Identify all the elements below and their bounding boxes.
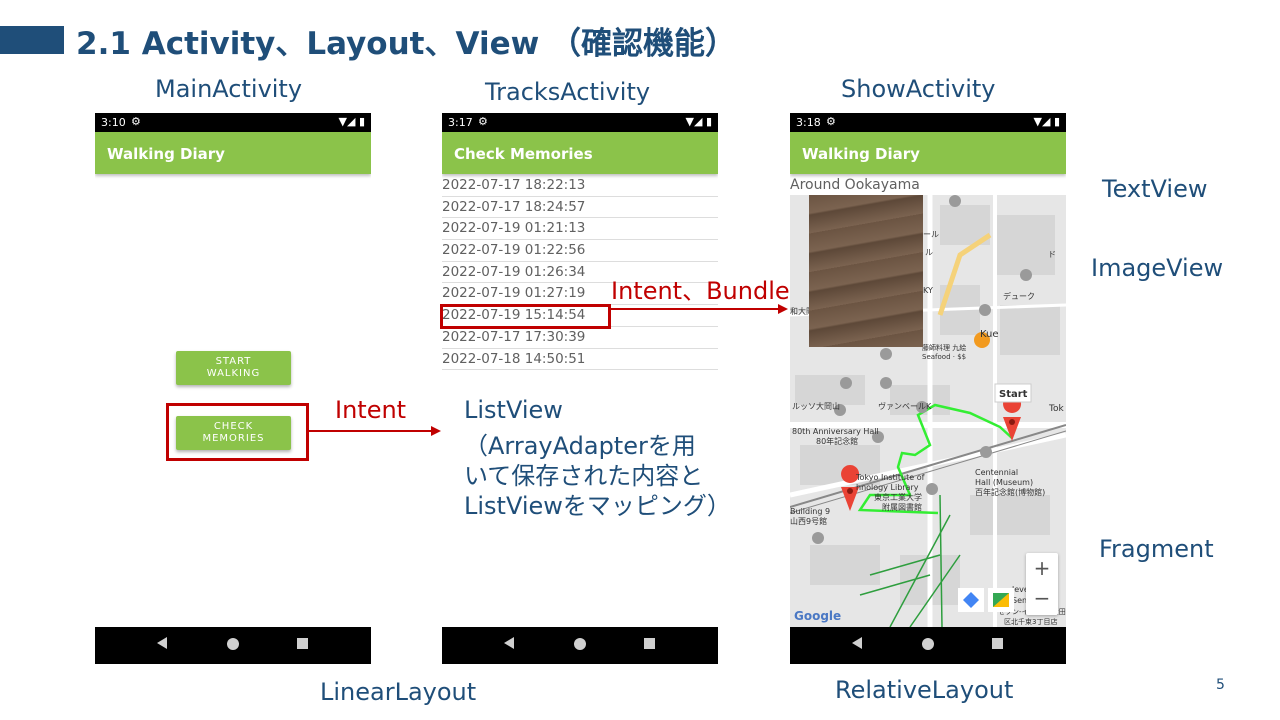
- label-textview: TextView: [1102, 175, 1208, 203]
- home-icon[interactable]: [922, 638, 934, 650]
- list-item[interactable]: 2022-07-17 18:22:13: [442, 175, 718, 197]
- map-label-tokyo2: hnology Library: [856, 483, 919, 492]
- map-label-tokyo3: 東京工業大学: [874, 492, 922, 502]
- status-bar: 3:18 ⚙ ▼◢ ▮: [790, 113, 1066, 132]
- location-caption: Around Ookayama: [790, 177, 920, 193]
- phone-show-activity: 3:18 ⚙ ▼◢ ▮ Walking Diary Around Ookayam…: [790, 113, 1066, 664]
- recent-apps-icon[interactable]: [297, 638, 308, 649]
- signal-battery-icon: ▼◢ ▮: [338, 115, 365, 128]
- map-zoom-controls: + −: [1026, 553, 1058, 615]
- status-bar: 3:10 ⚙ ▼◢ ▮: [95, 113, 371, 132]
- list-item[interactable]: 2022-07-18 14:50:51: [442, 349, 718, 371]
- highlight-box-check-memories: [166, 403, 309, 461]
- status-time: 3:10: [101, 116, 126, 129]
- app-bar: Walking Diary: [790, 132, 1066, 174]
- slide-title: 2.1 Activity、Layout、View （確認機能）: [76, 26, 737, 62]
- memory-photo-image: [809, 195, 923, 347]
- title-accent-bar: [0, 26, 64, 54]
- settings-gear-icon: ⚙: [131, 115, 141, 128]
- phone-main-activity: 3:10 ⚙ ▼◢ ▮ Walking Diary START WALKING …: [95, 113, 371, 664]
- label-relative-layout: RelativeLayout: [835, 676, 1014, 704]
- app-bar: Check Memories: [442, 132, 718, 174]
- page-number: 5: [1216, 677, 1225, 693]
- status-time: 3:17: [448, 116, 473, 129]
- map-label-vanbeel: ヴァンベールK: [878, 401, 932, 411]
- signal-battery-icon: ▼◢ ▮: [1033, 115, 1060, 128]
- label-imageview: ImageView: [1091, 254, 1224, 282]
- phone-tracks-activity: 3:17 ⚙ ▼◢ ▮ Check Memories 2022-07-17 18…: [442, 113, 718, 664]
- highlight-box-selected-item: [440, 304, 611, 329]
- map-label-ru2: ル: [925, 248, 933, 257]
- list-item[interactable]: 2022-07-19 01:22:56: [442, 240, 718, 262]
- back-icon[interactable]: [504, 637, 514, 649]
- map-label-kue: Kue: [980, 329, 999, 340]
- start-walking-line2: WALKING: [206, 368, 261, 379]
- map-label-deyuku: デューク: [1003, 291, 1035, 301]
- map-label-kue-sub: 藤師料理 九絵: [922, 343, 966, 352]
- map-label-do: ド: [1048, 250, 1056, 259]
- arrow-bundle-line: [611, 308, 778, 310]
- map-start-label: Start: [999, 389, 1028, 400]
- label-main-activity: MainActivity: [155, 75, 303, 103]
- nav-bar: [790, 627, 1066, 664]
- home-icon[interactable]: [574, 638, 586, 650]
- map-label-tokyo4: 附属図書館: [882, 502, 922, 512]
- map-label-centennial1: Centennial: [975, 468, 1018, 477]
- label-fragment: Fragment: [1099, 535, 1214, 563]
- status-bar: 3:17 ⚙ ▼◢ ▮: [442, 113, 718, 132]
- label-linear-layout: LinearLayout: [320, 678, 477, 706]
- list-item[interactable]: 2022-07-17 18:24:57: [442, 197, 718, 219]
- arrow-intent-head: [431, 426, 441, 436]
- map-label-building1: Building 9: [790, 507, 830, 516]
- zoom-out-button[interactable]: −: [1026, 583, 1058, 613]
- label-tracks-activity: TracksActivity: [485, 78, 651, 106]
- map-label-anniv1: 80th Anniversary Hall: [792, 427, 879, 436]
- label-listview: ListView: [464, 396, 563, 424]
- map-label-tok: Tok: [1048, 404, 1064, 414]
- label-listview-desc-3: ListViewをマッピング）: [464, 492, 731, 520]
- map-label-anniv2: 80年記念館: [816, 436, 858, 446]
- map-label-ru: ール: [923, 230, 939, 239]
- label-show-activity: ShowActivity: [841, 75, 996, 103]
- signal-battery-icon: ▼◢ ▮: [685, 115, 712, 128]
- map-label-kue-sub2: Seafood · $$: [922, 353, 966, 361]
- recent-apps-icon[interactable]: [644, 638, 655, 649]
- google-logo: Google: [794, 609, 841, 623]
- map-label-seven4: 区北千束3丁目店: [1004, 617, 1057, 626]
- recent-apps-icon[interactable]: [992, 638, 1003, 649]
- list-item[interactable]: 2022-07-19 01:21:13: [442, 218, 718, 241]
- map-label-kky: KY: [923, 286, 933, 295]
- settings-gear-icon: ⚙: [478, 115, 488, 128]
- map-label-tokyo1: Tokyo Institute of: [855, 473, 925, 482]
- app-bar: Walking Diary: [95, 132, 371, 174]
- list-item[interactable]: 2022-07-17 17:30:39: [442, 327, 718, 349]
- nav-bar: [95, 627, 371, 664]
- map-label-ruttsu: ルッソ大岡山: [792, 401, 840, 411]
- map-label-centennial3: 百年記念館(博物館): [975, 487, 1045, 497]
- map-label-building2: 山西9号館: [790, 516, 827, 526]
- nav-bar: [442, 627, 718, 664]
- back-icon[interactable]: [157, 637, 167, 649]
- label-intent-bundle: Intent、Bundle: [611, 277, 790, 305]
- settings-gear-icon: ⚙: [826, 115, 836, 128]
- start-walking-button[interactable]: START WALKING: [176, 351, 291, 385]
- start-walking-line1: START: [215, 356, 252, 367]
- status-time: 3:18: [796, 116, 821, 129]
- back-icon[interactable]: [852, 637, 862, 649]
- home-icon[interactable]: [227, 638, 239, 650]
- zoom-in-button[interactable]: +: [1026, 553, 1058, 583]
- map-label-centennial2: Hall (Museum): [975, 478, 1033, 487]
- label-intent: Intent: [335, 396, 407, 424]
- arrow-intent-line: [309, 430, 431, 432]
